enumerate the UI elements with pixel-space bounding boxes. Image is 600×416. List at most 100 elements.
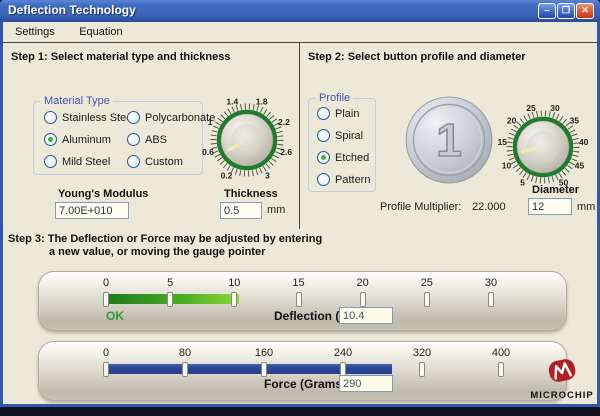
tick-label: 20 [357, 277, 369, 289]
thickness-field[interactable] [220, 202, 262, 219]
knob-tick-label: 30 [550, 103, 560, 113]
radio-label: Custom [145, 156, 183, 168]
tick-mark [498, 362, 504, 377]
radio-label: Pattern [335, 174, 370, 186]
tick-mark [103, 362, 109, 377]
step2-heading: Step 2: Select button profile and diamet… [308, 51, 526, 63]
knob-tick-label: 40 [579, 137, 589, 147]
tick-mark [167, 292, 173, 307]
minimize-button[interactable]: – [538, 3, 556, 19]
force-bar[interactable] [106, 364, 392, 374]
deflection-gauge: 0 5 10 15 20 25 30 OK Deflection (um) [38, 271, 567, 331]
radio-label: Plain [335, 108, 359, 120]
radio-icon [317, 129, 330, 142]
material-type-group: Material Type Stainless Steel Aluminum M… [33, 101, 203, 175]
tick-mark [424, 292, 430, 307]
radio-custom[interactable]: Custom [127, 155, 183, 168]
diameter-label: Diameter [532, 184, 579, 196]
title-bar[interactable]: Deflection Technology – ❐ ✕ [0, 0, 600, 22]
knob-tick-label: 1.8 [256, 97, 268, 107]
radio-pattern[interactable]: Pattern [317, 173, 370, 186]
radio-label: ABS [145, 134, 167, 146]
force-value-field[interactable] [339, 375, 393, 392]
tick-label: 10 [228, 277, 240, 289]
knob-tick-label: 45 [575, 161, 585, 171]
knob-tick-label: 2.6 [280, 147, 292, 157]
knob-cap [231, 124, 263, 156]
radio-icon [127, 155, 140, 168]
knob-tick-label: 35 [570, 116, 580, 126]
step3-panel: Step 3: The Deflection or Force may be a… [3, 229, 597, 404]
radio-icon [317, 107, 330, 120]
knob-tick-label: 15 [498, 137, 508, 147]
menu-equation[interactable]: Equation [71, 23, 130, 41]
radio-icon [44, 111, 57, 124]
youngs-modulus-field[interactable] [55, 202, 129, 219]
knob-tick-label: 2.2 [278, 117, 290, 127]
tick-mark [488, 292, 494, 307]
tick-mark [103, 292, 109, 307]
thickness-unit: mm [267, 204, 285, 216]
microchip-logo: MICROCHIP [525, 357, 599, 403]
force-gauge: 0 80 160 240 320 400 Force (Grams) [38, 341, 567, 401]
step2-panel: Step 2: Select button profile and diamet… [300, 42, 597, 230]
diameter-field[interactable] [528, 198, 572, 215]
radio-icon [317, 173, 330, 186]
maximize-button[interactable]: ❐ [557, 3, 575, 19]
tick-label: 400 [492, 347, 510, 359]
radio-stainless-steel[interactable]: Stainless Steel [44, 111, 135, 124]
radio-abs[interactable]: ABS [127, 133, 167, 146]
thickness-label: Thickness [224, 188, 278, 200]
profile-group-label: Profile [316, 92, 353, 104]
app-window: Deflection Technology – ❐ ✕ Settings Equ… [0, 0, 600, 407]
window-title: Deflection Technology [8, 3, 136, 17]
radio-aluminum[interactable]: Aluminum [44, 133, 111, 146]
radio-spiral[interactable]: Spiral [317, 129, 363, 142]
tick-label: 0 [103, 347, 109, 359]
knob-tick-label: 10 [502, 161, 512, 171]
tick-label: 15 [292, 277, 304, 289]
knob-tick-label: 0.6 [202, 147, 214, 157]
menu-bar: Settings Equation [3, 22, 597, 42]
thickness-knob[interactable]: 0.2 0.6 1 1.4 1.8 2.2 2.6 3 [195, 84, 299, 196]
tick-mark [261, 362, 267, 377]
knob-tick-label: 1.4 [226, 97, 238, 107]
force-scale: 0 80 160 240 320 400 [106, 342, 501, 400]
tick-mark [231, 292, 237, 307]
radio-icon [127, 133, 140, 146]
radio-plain[interactable]: Plain [317, 107, 359, 120]
radio-etched[interactable]: Etched [317, 151, 369, 164]
tick-label: 0 [103, 277, 109, 289]
close-button[interactable]: ✕ [576, 3, 594, 19]
knob-tick-label: 25 [526, 103, 536, 113]
step1-heading: Step 1: Select material type and thickne… [11, 51, 230, 63]
menu-settings[interactable]: Settings [7, 23, 63, 41]
step1-panel: Step 1: Select material type and thickne… [3, 42, 300, 230]
profile-group: Profile Plain Spiral Etched Pattern [308, 98, 376, 192]
force-gauge-label: Force (Grams) [264, 377, 346, 391]
radio-selected-icon [317, 151, 330, 164]
tick-mark [296, 292, 302, 307]
microchip-emblem-icon [545, 357, 579, 385]
step3-heading-line1: Step 3: The Deflection or Force may be a… [8, 233, 322, 245]
deflection-status: OK [106, 309, 124, 323]
tick-mark [182, 362, 188, 377]
tick-mark [360, 292, 366, 307]
microchip-logo-text: MICROCHIP [525, 390, 599, 401]
radio-label: Stainless Steel [62, 112, 135, 124]
button-preview: 1 [403, 94, 495, 186]
tick-label: 160 [255, 347, 273, 359]
diameter-unit: mm [577, 201, 595, 213]
tick-label: 25 [421, 277, 433, 289]
knob-tick-label: 3 [265, 171, 270, 181]
step3-heading-line2: a new value, or moving the gauge pointer [49, 246, 265, 258]
radio-label: Aluminum [62, 134, 111, 146]
radio-selected-icon [44, 133, 57, 146]
knob-tick-label: 1 [208, 117, 213, 127]
knob-tick-label: 0.2 [221, 171, 233, 181]
coin-numeral: 1 [436, 114, 462, 166]
radio-mild-steel[interactable]: Mild Steel [44, 155, 110, 168]
profile-multiplier-label: Profile Multiplier: [380, 201, 461, 213]
radio-icon [44, 155, 57, 168]
deflection-value-field[interactable] [339, 307, 393, 324]
